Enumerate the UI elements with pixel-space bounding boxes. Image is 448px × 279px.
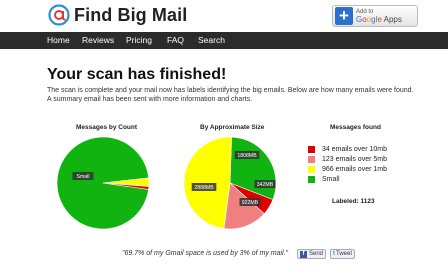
nav-item-home[interactable]: Home <box>47 32 70 49</box>
legend-swatch <box>308 156 315 163</box>
pie-slice-label: 922MB <box>239 198 261 206</box>
svg-text:Small: Small <box>77 174 90 180</box>
nav-item-search[interactable]: Search <box>198 32 225 49</box>
legend-title: Messages found <box>330 124 381 131</box>
page-title: Your scan has finished! <box>47 66 227 83</box>
tweet-label: Tweet <box>336 251 353 257</box>
twitter-icon: t <box>333 251 335 257</box>
pie-slice <box>183 136 232 229</box>
facebook-send-button[interactable]: f Send <box>297 249 327 259</box>
svg-text:922MB: 922MB <box>242 200 259 206</box>
nav-bar: Home Reviews Pricing FAQ Search <box>0 32 448 49</box>
legend-label: 966 emails over 1mb <box>322 166 387 173</box>
at-sign-icon <box>48 4 70 26</box>
legend: 34 emails over 10mb 123 emails over 5mb … <box>308 145 387 185</box>
logo[interactable]: Find Big Mail <box>48 4 187 26</box>
legend-item: 34 emails over 10mb <box>308 145 387 154</box>
pie-chart-size: 1808MB 342MB 922MB 2888MB <box>183 136 277 230</box>
pie-chart-count: Small <box>56 136 150 230</box>
plus-icon: + <box>335 7 353 25</box>
legend-label: 34 emails over 10mb <box>322 146 387 153</box>
pie-slice-label: 1808MB <box>234 151 260 159</box>
svg-text:2888MB: 2888MB <box>194 185 214 191</box>
legend-item: 966 emails over 1mb <box>308 165 387 174</box>
legend-swatch <box>308 176 315 183</box>
pie-slice-label: 2888MB <box>191 183 217 191</box>
tweet-button[interactable]: t Tweet <box>330 249 356 259</box>
nav-item-faq[interactable]: FAQ <box>167 32 184 49</box>
google-apps-label: Google Apps <box>356 15 402 24</box>
svg-text:342MB: 342MB <box>257 182 274 188</box>
legend-label: 123 emails over 5mb <box>322 156 387 163</box>
chart-title-count: Messages by Count <box>76 124 138 131</box>
chart-title-size: By Approximate Size <box>200 124 265 131</box>
logo-text: Find Big Mail <box>74 4 188 25</box>
nav-item-reviews[interactable]: Reviews <box>82 32 114 49</box>
svg-text:1808MB: 1808MB <box>237 153 257 159</box>
legend-swatch <box>308 146 315 153</box>
legend-item: 123 emails over 5mb <box>308 155 387 164</box>
intro-text: The scan is complete and your mail now h… <box>47 87 414 103</box>
pie-slice-label: Small <box>72 172 94 180</box>
header: Find Big Mail + Add to Google Apps <box>0 0 448 32</box>
legend-swatch <box>308 166 315 173</box>
legend-label: Small <box>322 176 340 183</box>
pie-slice-label: 342MB <box>254 180 276 188</box>
legend-item: Small <box>308 175 387 184</box>
share-quote: "69.7% of my Gmail space is used by 3% o… <box>122 250 289 257</box>
send-label: Send <box>309 251 324 257</box>
add-to-google-apps-button[interactable]: + Add to Google Apps <box>332 5 418 27</box>
facebook-icon: f <box>300 250 307 258</box>
labeled-count: Labeled: 1123 <box>332 198 375 205</box>
nav-item-pricing[interactable]: Pricing <box>126 32 152 49</box>
